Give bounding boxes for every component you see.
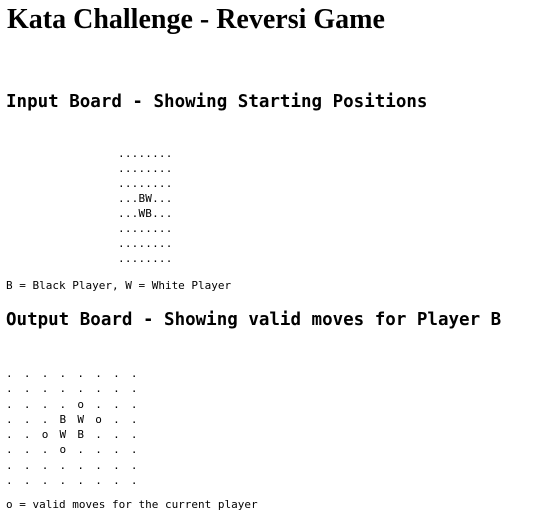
input-board-row: ........	[118, 177, 173, 190]
input-board-row: ........	[118, 252, 173, 265]
output-board-row: . . o W B . . .	[6, 428, 140, 442]
output-board: . . . . . . . . . . . . . . . . . . . . …	[6, 366, 140, 488]
output-board-row: . . . . . . . .	[6, 458, 140, 472]
output-board-row: . . . . o . . .	[6, 397, 140, 411]
output-board-row: . . . . . . . .	[6, 367, 140, 380]
output-board-legend: o = valid moves for the current player	[6, 498, 258, 511]
input-board-row: ...WB...	[118, 207, 173, 220]
input-board-row: ...BW...	[118, 192, 173, 205]
input-board-legend: B = Black Player, W = White Player	[6, 279, 232, 292]
output-board-row: . . . . . . . .	[6, 474, 140, 488]
input-board-row: ........	[118, 162, 173, 175]
output-board-row: . . . B W o . .	[6, 412, 140, 426]
output-board-row: . . . o . . . .	[6, 443, 140, 457]
output-board-heading: Output Board - Showing valid moves for P…	[6, 310, 502, 330]
input-board-row: ........	[118, 147, 173, 160]
input-board-row: ........	[118, 222, 173, 235]
input-board-row: ........	[118, 237, 173, 250]
output-board-row: . . . . . . . .	[6, 382, 140, 396]
page-title: Kata Challenge - Reversi Game	[7, 4, 385, 35]
input-board: ........ ........ ........ ...BW... ...W…	[118, 146, 173, 266]
input-board-heading: Input Board - Showing Starting Positions	[6, 92, 428, 112]
